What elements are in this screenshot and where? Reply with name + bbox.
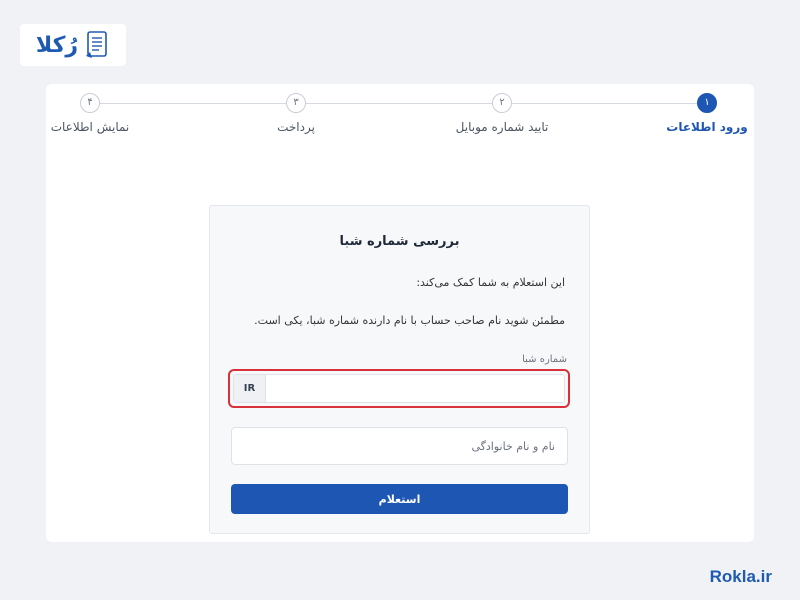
main-card: ۱ ورود اطلاعات ۲ تایید شماره موبایل ۳ پر…	[46, 84, 754, 542]
step-verify-mobile: ۲ تایید شماره موبایل	[432, 93, 572, 134]
sheba-field: IR	[233, 374, 565, 403]
document-icon	[86, 31, 107, 58]
full-name-input[interactable]	[231, 427, 568, 465]
step-number: ۱	[697, 93, 717, 113]
form-description-detail: مطمئن شوید نام صاحب حساب با نام دارنده ش…	[254, 314, 565, 327]
sheba-inquiry-form: بررسی شماره شبا این استعلام به شما کمک م…	[209, 205, 590, 534]
sheba-field-highlight: IR	[228, 369, 570, 408]
form-title: بررسی شماره شبا	[339, 234, 460, 249]
sheba-field-label: شماره شبا	[522, 354, 567, 365]
logo: رُکلا	[20, 24, 126, 66]
step-number: ۲	[492, 93, 512, 113]
logo-text: رُکلا	[35, 32, 79, 58]
step-enter-info: ۱ ورود اطلاعات	[637, 93, 777, 134]
step-label: ورود اطلاعات	[666, 120, 748, 134]
sheba-prefix: IR	[234, 375, 266, 402]
step-payment: ۳ پرداخت	[226, 93, 366, 134]
step-number: ۴	[80, 93, 100, 113]
step-number: ۳	[286, 93, 306, 113]
inquiry-submit-button[interactable]: استعلام	[231, 484, 568, 514]
step-show-info: ۴ نمایش اطلاعات	[20, 93, 160, 134]
step-label: پرداخت	[277, 120, 315, 134]
watermark: Rokla.ir	[709, 567, 772, 586]
step-label: تایید شماره موبایل	[455, 120, 549, 134]
sheba-input[interactable]	[266, 375, 564, 402]
step-label: نمایش اطلاعات	[50, 120, 130, 134]
stepper-line	[90, 103, 710, 104]
form-description-intro: این استعلام به شما کمک می‌کند:	[416, 276, 565, 289]
